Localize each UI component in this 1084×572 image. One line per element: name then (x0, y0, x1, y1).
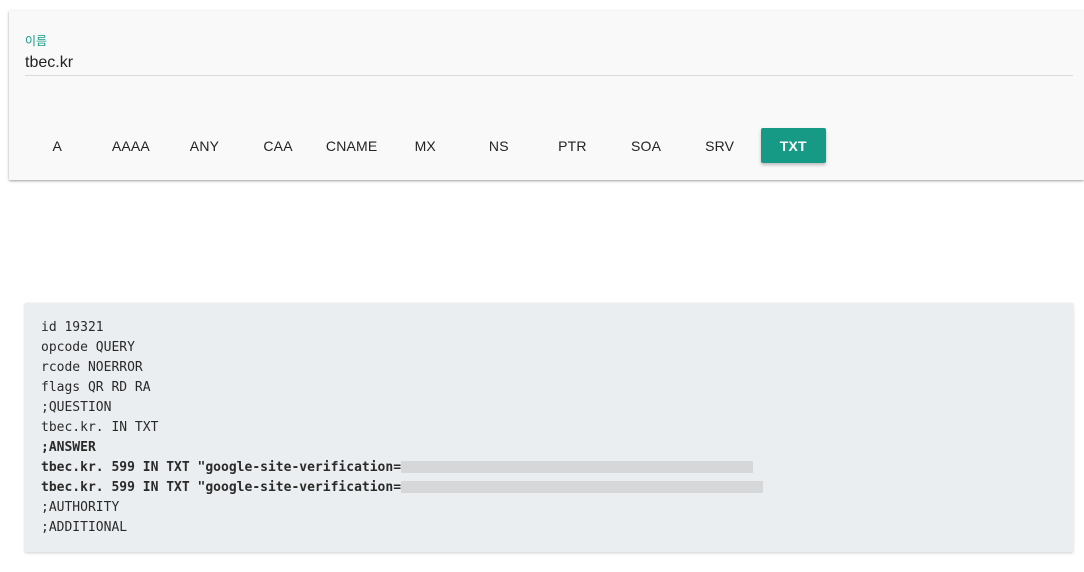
type-button-ptr[interactable]: PTR (540, 128, 605, 163)
redacted-value (401, 480, 764, 493)
type-button-any[interactable]: ANY (172, 128, 237, 163)
answer-header: ;ANSWER (41, 440, 96, 455)
name-label: 이름 (25, 34, 48, 48)
type-button-mx[interactable]: MX (393, 128, 458, 163)
type-button-ns[interactable]: NS (467, 128, 532, 163)
type-button-caa[interactable]: CAA (246, 128, 311, 163)
answer-record-text: tbec.kr. 599 IN TXT "google-site-verific… (41, 460, 402, 475)
answer-record-text: tbec.kr. 599 IN TXT "google-site-verific… (41, 480, 402, 495)
authority-header: ;AUTHORITY (41, 500, 120, 515)
record-type-selector: A AAAA ANY CAA CNAME MX NS PTR SOA SRV T… (25, 128, 826, 163)
answer-record: tbec.kr. 599 IN TXT "google-site-verific… (41, 478, 764, 498)
answer-record: tbec.kr. 599 IN TXT "google-site-verific… (41, 458, 763, 478)
dns-result-panel: id 19321 opcode QUERY rcode NOERROR flag… (25, 303, 1073, 552)
type-button-a[interactable]: A (25, 128, 90, 163)
result-flags: flags QR RD RA (41, 380, 151, 395)
additional-header: ;ADDITIONAL (41, 520, 128, 535)
type-button-txt[interactable]: TXT (760, 128, 826, 163)
question-record: tbec.kr. IN TXT (41, 420, 159, 435)
result-opcode: opcode QUERY (41, 340, 135, 355)
query-card: 이름 A AAAA ANY CAA CNAME MX NS PTR SOA SR… (9, 11, 1084, 180)
type-button-soa[interactable]: SOA (614, 128, 679, 163)
dns-result-text: id 19321 opcode QUERY rcode NOERROR flag… (41, 318, 764, 538)
result-id: id 19321 (41, 320, 104, 335)
type-button-srv[interactable]: SRV (687, 128, 752, 163)
type-button-cname[interactable]: CNAME (319, 128, 384, 163)
question-header: ;QUESTION (41, 400, 112, 415)
type-button-aaaa[interactable]: AAAA (99, 128, 164, 163)
redacted-value (401, 460, 754, 473)
result-rcode: rcode NOERROR (41, 360, 143, 375)
name-input[interactable] (25, 51, 1073, 76)
